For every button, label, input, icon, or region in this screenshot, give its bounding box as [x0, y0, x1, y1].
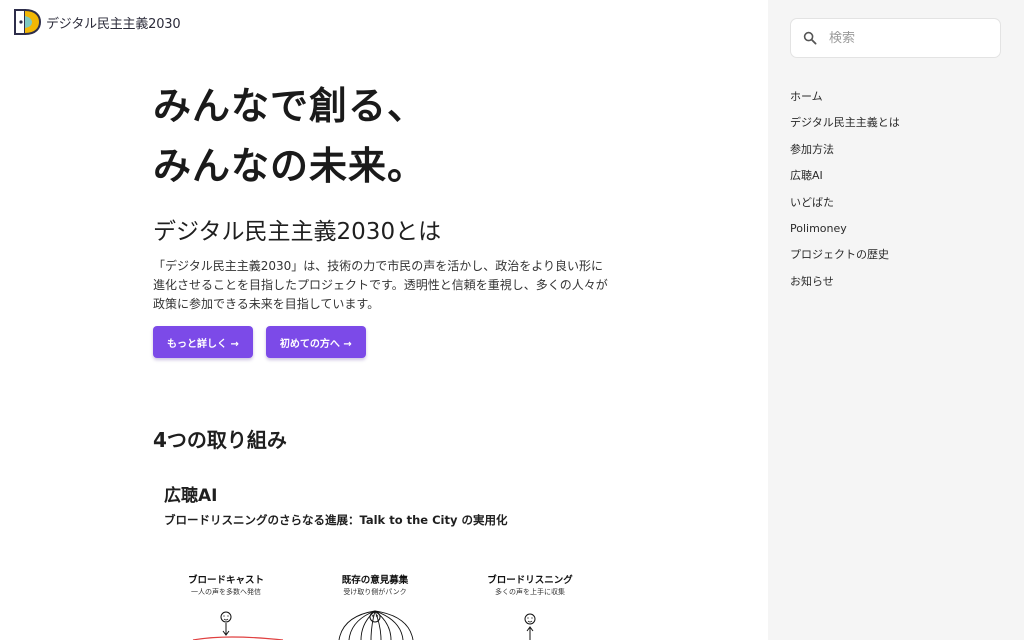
sidebar-item-koucho-ai[interactable]: 広聴AI: [790, 163, 900, 189]
sidebar-item-idobata[interactable]: いどばた: [790, 190, 900, 216]
broadcast-figure-icon: [192, 611, 284, 640]
search-input[interactable]: [829, 30, 989, 46]
learn-more-button[interactable]: もっと詳しく →: [153, 326, 253, 358]
column-subtitle: 受け取り側がパンク: [343, 588, 407, 596]
about-body: 「デジタル民主主義2030」は、技術の力で市民の声を活かし、政治をより良い形に進…: [153, 259, 608, 311]
column-subtitle: 多くの声を上手に収集: [495, 588, 565, 596]
logo-text: デジタル民主主義2030: [46, 16, 181, 32]
sidebar: ホーム デジタル民主主義とは 参加方法 広聴AI いどばた Polimoney …: [768, 0, 1024, 640]
column-title: ブロードキャスト: [187, 575, 264, 586]
sidebar-item-history[interactable]: プロジェクトの歴史: [790, 242, 900, 268]
sidebar-item-polimoney[interactable]: Polimoney: [790, 216, 900, 242]
sidebar-item-home[interactable]: ホーム: [790, 84, 900, 110]
hero-title: みんなで創る、 みんなの未来。: [153, 76, 426, 196]
column-title: 既存の意見募集: [341, 575, 409, 586]
broadlistening-illustration: ブロードキャスト 一人の声を多数へ発信 既存の意見募集 受け取り側がパンク ブロ…: [153, 568, 613, 640]
logo-mark-icon: [14, 9, 42, 35]
overloaded-figure-icon: [338, 610, 414, 640]
hero-line-1: みんなで創る、: [153, 84, 427, 128]
koucho-ai-subtitle: ブロードリスニングのさらなる進展：Talk to the City の実用化: [164, 513, 508, 527]
column-title: ブロードリスニング: [487, 575, 573, 586]
first-time-button[interactable]: 初めての方へ →: [265, 326, 366, 358]
illustration-column-broadlistening: ブロードリスニング 多くの声を上手に収集: [460, 572, 600, 597]
about-heading: デジタル民主主義2030とは: [153, 219, 442, 245]
illustration-column-existing: 既存の意見募集 受け取り側がパンク: [305, 572, 445, 597]
hero-line-2: みんなの未来。: [153, 144, 427, 188]
search-box[interactable]: [790, 18, 1001, 58]
sidebar-item-news[interactable]: お知らせ: [790, 269, 900, 295]
column-subtitle: 一人の声を多数へ発信: [191, 588, 261, 596]
cta-buttons: もっと詳しく → 初めての方へ →: [153, 326, 366, 358]
sidebar-nav: ホーム デジタル民主主義とは 参加方法 広聴AI いどばた Polimoney …: [790, 84, 900, 295]
site-logo[interactable]: デジタル民主主義2030: [12, 7, 181, 37]
sidebar-item-about[interactable]: デジタル民主主義とは: [790, 110, 900, 136]
search-icon: [803, 31, 817, 45]
listening-figure-icon: [524, 613, 536, 640]
sidebar-item-participate[interactable]: 参加方法: [790, 137, 900, 163]
illustration-column-broadcast: ブロードキャスト 一人の声を多数へ発信: [156, 572, 296, 597]
initiatives-heading: 4つの取り組み: [153, 428, 287, 452]
koucho-ai-heading: 広聴AI: [164, 486, 218, 506]
